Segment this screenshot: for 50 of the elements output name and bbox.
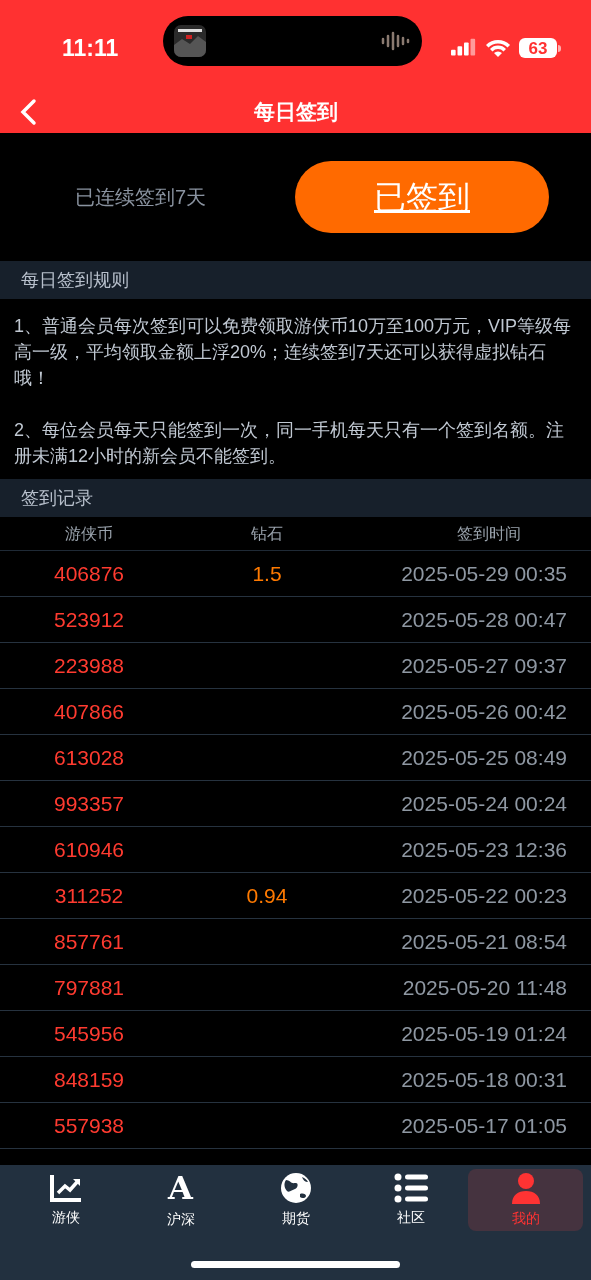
column-header: 钻石 [251,523,283,544]
checkin-time: 2025-05-18 00:31 [401,1066,568,1093]
coin-amount: 610946 [53,836,125,863]
rule-paragraph: 1、普通会员每次签到可以免费领取游侠币10万至100万元，VIP等级每高一级，平均领取金额上浮20%；连续签到7天还可以获得虚拟钻石哦！ [14,315,573,390]
checkin-time: 2025-05-22 00:23 [401,882,568,909]
coin-amount: 857761 [53,928,125,955]
line-chart-icon [48,1172,83,1203]
checkin-time: 2025-05-26 00:42 [401,698,568,725]
streak-text: 已连续签到7天 [75,184,207,210]
wifi-icon [485,38,511,58]
tab-bar-item[interactable]: 社区 [353,1169,468,1231]
column-header: 签到时间 [456,523,521,544]
checkin-time: 2025-05-23 12:36 [401,836,568,863]
coin-amount: 545956 [53,1020,125,1047]
checkin-time: 2025-05-25 08:49 [401,744,568,771]
coin-amount: 993357 [53,790,125,817]
coin-amount: 557938 [53,1112,125,1139]
coin-amount: 523912 [53,606,125,633]
coin-amount: 848159 [53,1066,125,1093]
tab-bar-item[interactable]: 期货 [238,1169,353,1231]
rule-paragraph: 2、每位会员每天只能签到一次，同一手机每天只有一个签到名额。注册未满12小时的新会员不能签到。 [14,419,565,468]
page-title: 每日签到 [253,98,338,125]
checkin-time: 2025-05-29 00:35 [401,560,568,587]
checkin-time: 2025-05-17 01:05 [401,1112,568,1139]
tab-bar-item[interactable]: 游侠 [8,1169,123,1231]
checkin-time: 2025-05-21 08:54 [401,928,568,955]
globe-icon [279,1171,312,1204]
coin-amount: 613028 [53,744,125,771]
checkin-time: 2025-05-27 09:37 [401,652,568,679]
coin-amount: 311252 [54,882,124,909]
coin-amount: 797881 [53,974,125,1001]
tab-bar-item[interactable]: A 沪深 [123,1169,238,1231]
waveform-icon [381,31,411,51]
coin-amount: 406876 [53,560,125,587]
checkin-time: 2025-05-19 01:24 [401,1020,568,1047]
column-header: 游侠币 [65,523,113,544]
section-title: 每日签到规则 [21,268,129,292]
signal-icon [451,38,477,58]
section-title: 签到记录 [21,486,93,510]
letter-icon: A [168,1170,193,1205]
coin-amount: 407866 [53,698,125,725]
coin-amount: 223988 [53,652,125,679]
checkin-time: 2025-05-20 11:48 [402,974,568,1001]
person-icon [510,1171,541,1204]
diamond-amount: 1.5 [252,560,282,587]
list-icon [393,1172,428,1203]
diamond-amount: 0.94 [246,882,288,909]
status-time: 11:11 [62,33,120,63]
checkin-time: 2025-05-28 00:47 [401,606,568,633]
checkin-time: 2025-05-24 00:24 [401,790,568,817]
